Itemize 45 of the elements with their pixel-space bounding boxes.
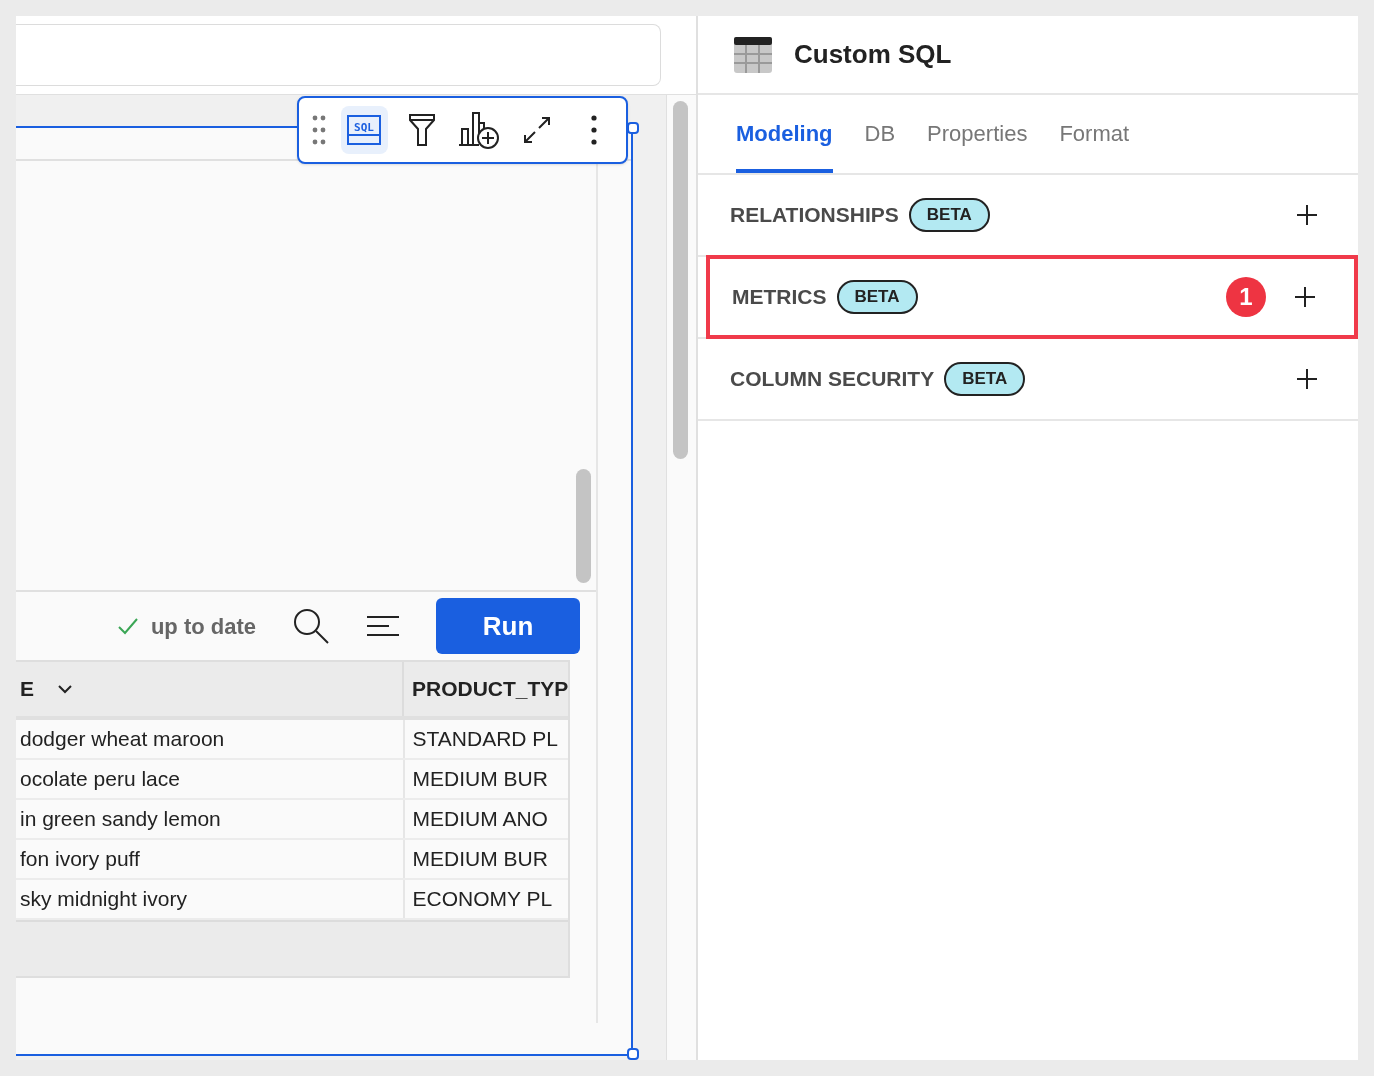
sql-button[interactable]: SQL	[340, 106, 389, 154]
table-cell-text: fon ivory puff	[19, 846, 141, 873]
drag-handle-icon	[311, 115, 326, 145]
column-header[interactable]: PRODUCT_TYP	[412, 673, 569, 705]
add-chart-icon	[458, 111, 501, 149]
section-label: RELATIONSHIPS	[730, 202, 899, 229]
wrap-lines-icon[interactable]	[366, 615, 400, 637]
plus-icon[interactable]	[1296, 368, 1318, 390]
beta-badge: BETA	[944, 362, 1026, 396]
section-label: METRICS	[732, 284, 827, 311]
check-icon	[116, 617, 139, 635]
table-cell-text: sky midnight ivory	[19, 886, 188, 913]
tab[interactable]: Properties	[927, 113, 1028, 173]
status-text: up to date	[150, 612, 256, 641]
table-icon	[734, 36, 772, 73]
tab[interactable]: Format	[1059, 113, 1130, 173]
beta-badge: BETA	[836, 280, 918, 314]
table-cell: MEDIUM BUR	[402, 760, 568, 798]
panel-title: Custom SQL	[794, 38, 952, 71]
sql-icon: SQL	[347, 115, 382, 145]
run-button[interactable]: Run	[436, 598, 580, 654]
tab[interactable]: Modeling	[736, 113, 833, 173]
table-cell: MEDIUM ANO	[402, 800, 568, 838]
tab[interactable]: DB	[864, 113, 896, 173]
section-label: COLUMN SECURITY	[730, 366, 935, 393]
chevron-down-icon[interactable]	[58, 684, 72, 694]
table-cell: STANDARD PL	[402, 720, 568, 758]
table-cell-text: in green sandy lemon	[19, 806, 222, 833]
scrollbar-thumb[interactable]	[673, 101, 688, 459]
resize-handle[interactable]	[627, 1048, 639, 1060]
scrollbar-thumb[interactable]	[576, 469, 591, 583]
table-cell-text: dodger wheat maroon	[19, 726, 226, 753]
funnel-icon	[407, 113, 436, 147]
step-number: 1	[1226, 277, 1266, 317]
table-cell: MEDIUM BUR	[402, 840, 568, 878]
more-icon	[590, 114, 599, 146]
plus-icon[interactable]	[1296, 204, 1318, 226]
search-icon[interactable]	[292, 607, 330, 645]
beta-badge: BETA	[908, 198, 990, 232]
plus-icon[interactable]	[1294, 286, 1316, 308]
column-header[interactable]: E	[20, 673, 34, 705]
table-cell-text: ocolate peru lace	[19, 766, 181, 793]
input-field[interactable]	[16, 24, 661, 86]
table-cell: ECONOMY PL	[402, 880, 568, 918]
expand-icon	[522, 116, 551, 144]
